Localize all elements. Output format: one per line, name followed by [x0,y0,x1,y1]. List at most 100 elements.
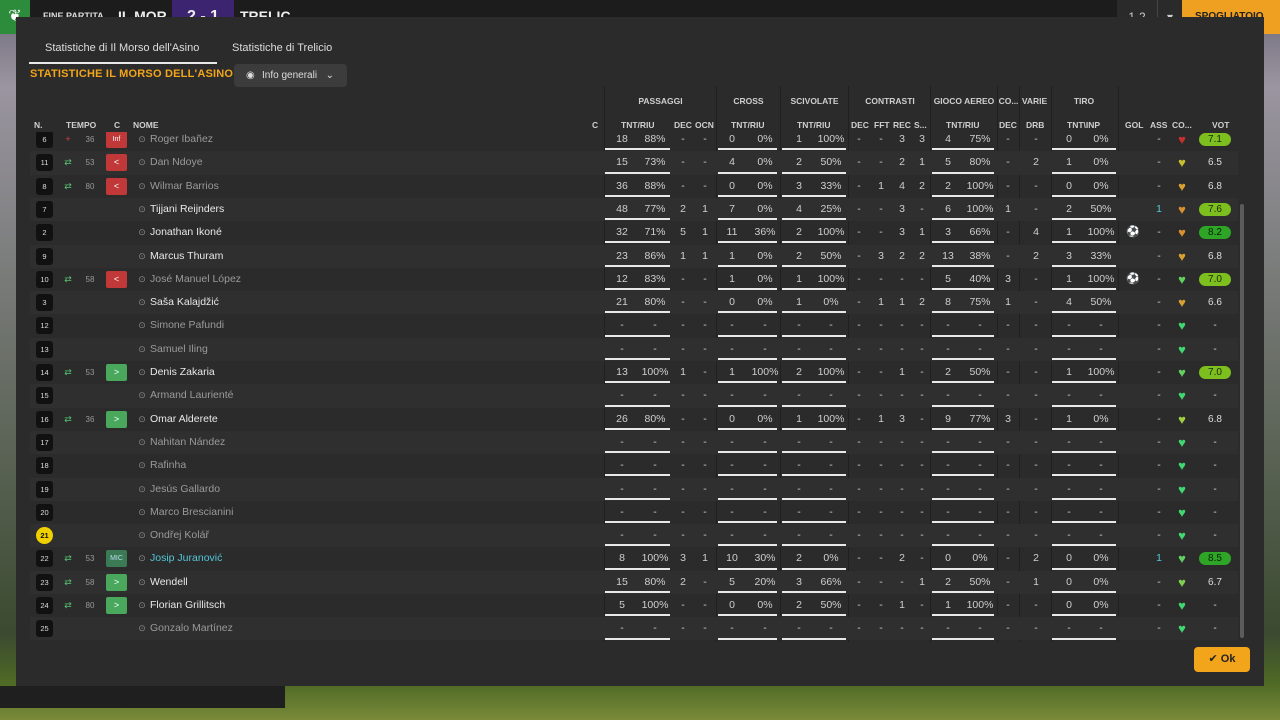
sub-on-icon[interactable]: > [106,573,127,591]
player-profile-icon[interactable]: ⊙ [135,151,149,174]
column-header-varie_drb[interactable]: DRB [1026,120,1044,130]
sub-off-icon[interactable]: < [106,177,127,195]
player-name[interactable]: José Manuel López [150,268,241,291]
table-row[interactable]: 18 ⊙ Rafinha - - - - - - - - - - - - - - - - - - - ♥ - [30,454,1238,477]
column-header-con_fft[interactable]: FFT [874,120,890,130]
column-header-cond[interactable]: CO... [1172,120,1192,130]
player-name[interactable]: Josip Juranović [150,547,222,570]
player-name[interactable]: Tijjani Reijnders [150,198,224,221]
player-profile-icon[interactable]: ⊙ [135,338,149,361]
player-name[interactable]: Ondřej Kolář [150,524,209,547]
table-row[interactable]: 7 ⊙ Tijjani Reijnders 48 77% 2 1 7 0% 4 25% - -3-6 10… [30,197,1238,222]
sub-off-icon[interactable]: < [106,154,127,172]
player-name[interactable]: Saša Kalajdžić [150,291,219,314]
table-row[interactable]: 11 ⇄ 53 < ⊙ Dan Ndoye 15 73% - -4 0% 2 50% - -2 1 5 80% -2… [30,151,1238,175]
column-header-pass_dec[interactable]: DEC [674,120,692,130]
player-profile-icon[interactable]: ⊙ [135,198,149,221]
player-name[interactable]: Samuel Iling [150,338,208,361]
sub-on-icon[interactable]: > [106,410,127,428]
player-name[interactable]: Nahitan Nández [150,431,225,454]
player-name[interactable]: Gonzalo Martínez [150,617,233,640]
player-profile-icon[interactable]: ⊙ [135,291,149,314]
player-profile-icon[interactable]: ⊙ [135,361,149,384]
table-row[interactable]: 9 ⊙ Marcus Thuram 23 86% 1 1 1 0% 2 50% -3 2 2 13 38% -2… [30,244,1238,268]
player-name[interactable]: Simone Pafundi [150,314,224,337]
info-dropdown[interactable]: ◉ Info generali ⌄ [234,64,347,87]
player-profile-icon[interactable]: ⊙ [135,501,149,524]
column-header-c[interactable]: C [114,120,120,130]
player-profile-icon[interactable]: ⊙ [135,431,149,454]
player-profile-icon[interactable]: ⊙ [135,408,149,431]
player-name[interactable]: Marcus Thuram [150,245,223,268]
player-profile-icon[interactable]: ⊙ [135,268,149,291]
player-name[interactable]: Wilmar Barrios [150,175,219,198]
column-header-tempo[interactable]: TEMPO [66,120,96,130]
player-name[interactable]: Omar Alderete [150,408,218,431]
table-row[interactable]: 16 ⇄ 36 > ⊙ Omar Alderete 26 80% - -0 0% 1 100% -1 3-9… [30,408,1238,431]
player-name[interactable]: Denis Zakaria [150,361,215,384]
player-name[interactable]: Florian Grillitsch [150,594,225,617]
ok-button[interactable]: ✔ Ok [1194,647,1250,672]
player-profile-icon[interactable]: ⊙ [135,132,149,151]
player-profile-icon[interactable]: ⊙ [135,175,149,198]
sub-off-icon[interactable]: < [106,270,127,288]
player-profile-icon[interactable]: ⊙ [135,478,149,501]
column-header-n[interactable]: N. [34,120,43,130]
table-row[interactable]: 2 ⊙ Jonathan Ikoné 32 71% 5 1 11 36% 2 100% - -3 1 3 66… [30,221,1238,244]
player-profile-icon[interactable]: ⊙ [135,571,149,594]
column-header-co_dec[interactable]: DEC [999,120,1017,130]
table-row[interactable]: 12 ⊙ Simone Pafundi - - - - - - - - - - - - - - - - - - - ♥ - [30,314,1238,337]
player-profile-icon[interactable]: ⊙ [135,314,149,337]
column-header-cross_tnt[interactable]: TNT/RIU [731,120,765,130]
player-name[interactable]: Rafinha [150,454,186,477]
player-profile-icon[interactable]: ⊙ [135,454,149,477]
player-profile-icon[interactable]: ⊙ [135,384,149,407]
column-header-con_s[interactable]: S... [914,120,927,130]
tab-away-stats[interactable]: Statistiche di Trelicio [232,38,352,64]
column-header-aereo_tnt[interactable]: TNT/RIU [946,120,980,130]
column-header-vot[interactable]: VOT [1212,120,1229,130]
column-header-sciv_tnt[interactable]: TNT/RIU [797,120,831,130]
player-name[interactable]: Jonathan Ikoné [150,221,222,244]
column-header-pass_ocn[interactable]: OCN [695,120,714,130]
column-header-con_rec[interactable]: REC [893,120,911,130]
table-row[interactable]: 20 ⊙ Marco Brescianini - - - - - - - - - - - - - - - - - - - ♥… [30,501,1238,524]
player-name[interactable]: Marco Brescianini [150,501,233,524]
table-row[interactable]: 22 ⇄ 53 MIC ⊙ Josip Juranović 8 100% 3 1 10 30% 2 0% -… [30,547,1238,570]
table-row[interactable]: 8 ⇄ 80 < ⊙ Wilmar Barrios 36 88% - -0 0% 3 33% -1 4 2 2 1… [30,175,1238,198]
column-header-c2[interactable]: C [592,120,598,130]
tab-home-stats[interactable]: Statistiche di Il Morso dell'Asino [29,38,217,64]
player-profile-icon[interactable]: ⊙ [135,547,149,570]
column-header-ass[interactable]: ASS [1150,120,1167,130]
sub-on-icon[interactable]: > [106,597,127,614]
table-row[interactable]: 13 ⊙ Samuel Iling - - - - - - - - - - - - - - - - - - - ♥ - [30,337,1238,361]
player-name[interactable]: Dan Ndoye [150,151,203,174]
column-header-nome[interactable]: NOME [133,120,159,130]
player-profile-icon[interactable]: ⊙ [135,617,149,640]
table-row[interactable]: 23 ⇄ 58 > ⊙ Wendell 15 80% 2-5 20% 3 66% - - -1 2 50% -1 0… [30,570,1238,594]
table-row[interactable]: 25 ⊙ Gonzalo Martínez - - - - - - - - - - - - - - - - - - - ♥ - [30,617,1238,640]
player-profile-icon[interactable]: ⊙ [135,221,149,244]
table-row[interactable]: 3 ⊙ Saša Kalajdžić 21 80% - -0 0% 1 0% -1 1 2 8 75% 1-4… [30,291,1238,315]
player-name[interactable]: Wendell [150,571,188,594]
column-header-con_dec[interactable]: DEC [851,120,869,130]
table-row[interactable]: 14 ⇄ 53 > ⊙ Denis Zakaria 13 100% 1-1 100% 2 100% - -… [30,361,1238,384]
column-header-gol[interactable]: GOL [1125,120,1143,130]
status-badge[interactable]: MIC [106,550,127,568]
table-row[interactable]: 6 +36 Inf ⊙ Roger Ibañez 18 88% - -0 0% 1 100% - -3 3 4… [30,132,1238,151]
table-row[interactable]: 15 ⊙ Armand Laurienté - - - - - - - - - - - - - - - - - - - ♥ - [30,384,1238,408]
player-name[interactable]: Armand Laurienté [150,384,233,407]
column-header-pass_tnt[interactable]: TNT/RIU [621,120,655,130]
player-profile-icon[interactable]: ⊙ [135,245,149,268]
table-row[interactable]: 21 ⊙ Ondřej Kolář - - - - - - - - - - - - - - - - - - - ♥ - [30,524,1238,548]
sub-on-icon[interactable]: > [106,364,127,381]
column-header-tiro_tnt[interactable]: TNT\INP [1067,120,1100,130]
table-scrollbar[interactable] [1240,204,1244,638]
player-profile-icon[interactable]: ⊙ [135,524,149,547]
player-name[interactable]: Roger Ibañez [150,132,213,151]
player-profile-icon[interactable]: ⊙ [135,594,149,617]
status-badge[interactable]: Inf [106,132,127,148]
table-row[interactable]: 10 ⇄ 58 < ⊙ José Manuel López 12 83% - -1 0% 1 100% -… [30,268,1238,291]
player-name[interactable]: Jesús Gallardo [150,478,220,501]
table-row[interactable]: 17 ⊙ Nahitan Nández - - - - - - - - - - - - - - - - - - - ♥ - [30,430,1238,455]
